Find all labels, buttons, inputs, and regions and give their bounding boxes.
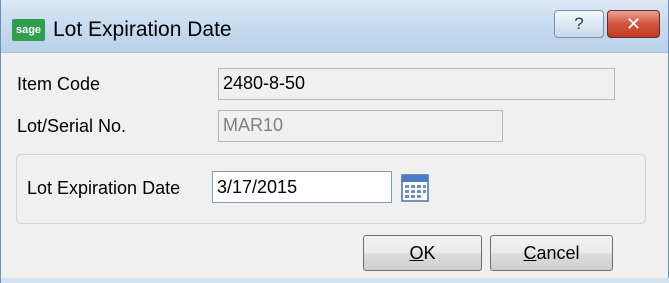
ok-label-rest: K — [423, 243, 436, 263]
lot-serial-label: Lot/Serial No. — [17, 116, 127, 136]
help-button[interactable]: ? — [554, 10, 604, 38]
window-bottom-border — [1, 278, 669, 283]
ok-mnemonic: O — [409, 243, 424, 263]
calendar-icon[interactable] — [399, 172, 431, 204]
item-code-field: 2480-8-50 — [218, 68, 615, 100]
lot-expiration-dialog: sage Lot Expiration Date ? ✕ Item Code 2… — [0, 0, 669, 283]
ok-button[interactable]: OK — [363, 235, 482, 271]
close-button[interactable]: ✕ — [607, 10, 660, 38]
expiration-date-input[interactable] — [212, 171, 392, 203]
sage-logo-icon: sage — [12, 19, 45, 41]
cancel-mnemonic: C — [523, 243, 537, 263]
title-bar[interactable]: sage Lot Expiration Date ? ✕ — [1, 0, 668, 53]
window-title: Lot Expiration Date — [53, 18, 232, 41]
cancel-label-rest: ancel — [536, 243, 580, 263]
lot-serial-field: MAR10 — [218, 110, 503, 142]
item-code-label: Item Code — [17, 74, 101, 94]
expiration-date-label: Lot Expiration Date — [27, 178, 181, 198]
cancel-button[interactable]: Cancel — [490, 235, 613, 271]
